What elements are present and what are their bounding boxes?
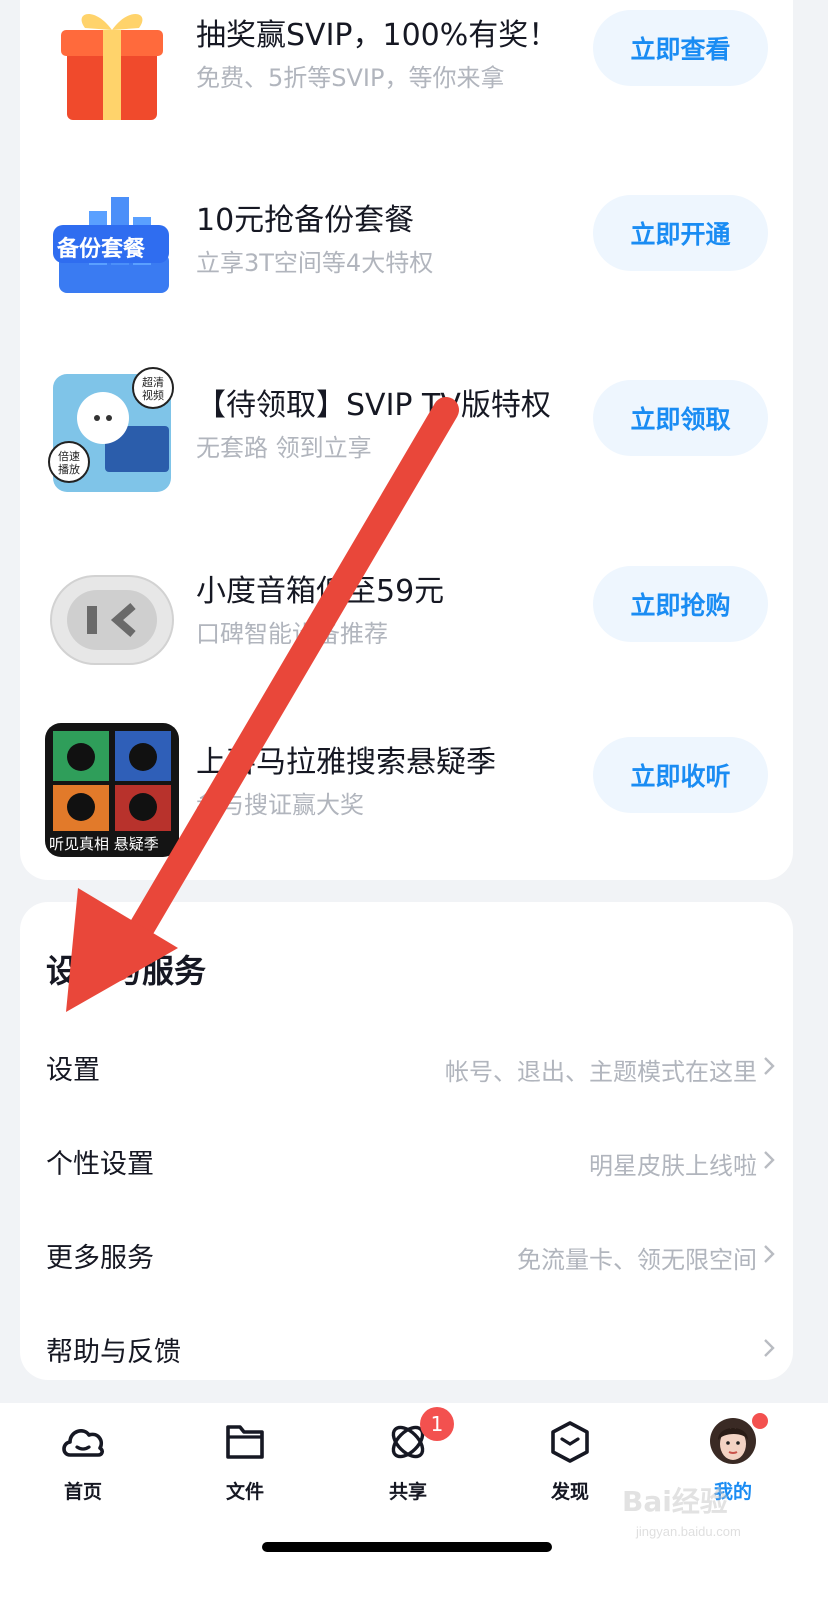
chevron-right-icon — [764, 1151, 775, 1169]
promo-item[interactable]: 小度音箱低至59元 口碑智能设备推荐 立即抢购 — [20, 526, 793, 666]
promo-title: 小度音箱低至59元 — [196, 574, 445, 609]
section-title: 设置与服务 — [46, 952, 207, 990]
gift-box-icon — [45, 0, 179, 130]
promo-item[interactable]: 听见真相 悬疑季 上喜马拉雅搜索悬疑季 参与搜证赢大奖 立即收听 — [20, 711, 793, 857]
promo-title: 【待领取】SVIP TV版特权 — [196, 388, 551, 423]
avatar[interactable] — [710, 1418, 756, 1464]
listen-now-button[interactable]: 立即收听 — [593, 737, 768, 813]
promotions-card: 抽奖赢SVIP，100%有奖！ 免费、5折等SVIP，等你来拿 立即查看 备份套… — [20, 0, 793, 880]
folder-icon — [226, 1425, 264, 1459]
poster-caption: 听见真相 悬疑季 — [49, 835, 159, 853]
buy-now-button[interactable]: 立即抢购 — [593, 566, 768, 642]
settings-label: 设置 — [46, 1055, 100, 1086]
chevron-right-icon — [764, 1245, 775, 1263]
settings-hint: 帐号、退出、主题模式在这里 — [445, 1058, 757, 1086]
tab-home-label: 首页 — [63, 1481, 102, 1503]
help-feedback-row[interactable]: 帮助与反馈 — [20, 1300, 793, 1394]
tab-discover[interactable]: 发现 — [510, 1417, 630, 1507]
tab-files[interactable]: 文件 — [185, 1417, 305, 1507]
tv-privilege-icon: 超清视频 倍速播放 — [45, 366, 179, 500]
home-indicator[interactable] — [262, 1542, 552, 1552]
claim-now-button[interactable]: 立即领取 — [593, 380, 768, 456]
promo-item[interactable]: 抽奖赢SVIP，100%有奖！ 免费、5折等SVIP，等你来拿 立即查看 — [20, 0, 793, 120]
tab-files-label: 文件 — [225, 1481, 264, 1503]
more-services-row[interactable]: 更多服务 免流量卡、领无限空间 — [20, 1206, 793, 1300]
personalization-label: 个性设置 — [46, 1149, 154, 1180]
baidu-jingyan-watermark: Bai经验 jingyan.baidu.com — [622, 1472, 772, 1552]
chevron-right-icon — [764, 1057, 775, 1075]
screen: 抽奖赢SVIP，100%有奖！ 免费、5折等SVIP，等你来拿 立即查看 备份套… — [0, 0, 828, 1597]
personalization-hint: 明星皮肤上线啦 — [589, 1152, 757, 1180]
promo-item[interactable]: 超清视频 倍速播放 【待领取】SVIP TV版特权 无套路 领到立享 立即领取 — [20, 340, 793, 492]
promo-subtitle: 免费、5折等SVIP，等你来拿 — [196, 64, 505, 92]
smart-speaker-icon — [45, 552, 179, 686]
backup-package-icon: 备份套餐 — [45, 181, 179, 315]
bubble-speed-play: 倍速播放 — [58, 450, 80, 476]
tab-home[interactable]: 首页 — [23, 1417, 143, 1507]
cloud-home-icon — [62, 1429, 104, 1457]
promo-title: 10元抢备份套餐 — [196, 203, 415, 238]
promo-subtitle: 立享3T空间等4大特权 — [196, 249, 434, 277]
more-services-label: 更多服务 — [46, 1243, 154, 1274]
promo-title: 上喜马拉雅搜索悬疑季 — [196, 745, 496, 780]
watermark-logo: Bai经验 — [622, 1485, 728, 1518]
bubble-hd-video: 超清视频 — [142, 376, 164, 402]
more-services-hint: 免流量卡、领无限空间 — [517, 1246, 757, 1274]
promo-title: 抽奖赢SVIP，100%有奖！ — [196, 18, 559, 53]
promo-subtitle: 口碑智能设备推荐 — [196, 620, 388, 648]
view-now-button[interactable]: 立即查看 — [593, 10, 768, 86]
promo-subtitle: 无套路 领到立享 — [196, 434, 372, 462]
promo-item[interactable]: 备份套餐 10元抢备份套餐 立享3T空间等4大特权 立即开通 — [20, 155, 793, 295]
tab-discover-label: 发现 — [550, 1481, 589, 1503]
avatar-notification-dot — [752, 1413, 768, 1429]
watermark-url: jingyan.baidu.com — [636, 1524, 741, 1539]
settings-row[interactable]: 设置 帐号、退出、主题模式在这里 — [20, 1018, 793, 1112]
promo-subtitle: 参与搜证赢大奖 — [196, 791, 364, 819]
settings-services-card: 设置与服务 设置 帐号、退出、主题模式在这里 个性设置 明星皮肤上线啦 更多服务… — [20, 902, 793, 1380]
share-notification-badge: 1 — [420, 1407, 454, 1441]
backup-package-label: 备份套餐 — [57, 237, 146, 262]
mystery-season-poster: 听见真相 悬疑季 — [45, 723, 179, 857]
help-feedback-label: 帮助与反馈 — [46, 1337, 181, 1368]
discover-cube-icon — [551, 1421, 589, 1463]
activate-now-button[interactable]: 立即开通 — [593, 195, 768, 271]
tab-share-label: 共享 — [388, 1481, 427, 1503]
personalization-row[interactable]: 个性设置 明星皮肤上线啦 — [20, 1112, 793, 1206]
avatar-icon — [710, 1418, 756, 1464]
chevron-right-icon — [764, 1339, 775, 1357]
